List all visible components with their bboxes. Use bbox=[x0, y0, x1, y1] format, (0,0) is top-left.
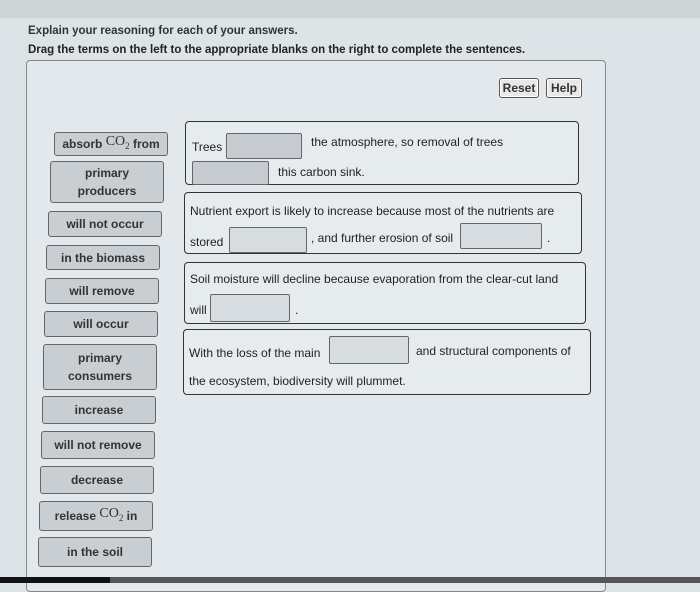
sentence-4: With the loss of the main and structural… bbox=[183, 329, 591, 395]
reset-button[interactable]: Reset bbox=[499, 78, 539, 98]
top-bar bbox=[0, 0, 700, 18]
drop-blank-2a[interactable] bbox=[229, 227, 307, 253]
drop-blank-4[interactable] bbox=[329, 336, 409, 364]
term-in-the-biomass[interactable]: in the biomass bbox=[46, 245, 160, 270]
chem-formula: CO2 bbox=[105, 134, 130, 151]
term-in-the-soil[interactable]: in the soil bbox=[38, 537, 152, 567]
drop-blank-2b[interactable] bbox=[460, 223, 542, 249]
drag-drop-panel: Reset Help absorb CO2 from primary produ… bbox=[26, 60, 606, 592]
sentence-1: Trees the atmosphere, so removal of tree… bbox=[185, 121, 579, 185]
sentence-3: Soil moisture will decline because evapo… bbox=[184, 262, 586, 324]
sentence-2: Nutrient export is likely to increase be… bbox=[184, 192, 582, 254]
term-absorb-co2-from[interactable]: absorb CO2 from bbox=[54, 132, 168, 156]
term-decrease[interactable]: decrease bbox=[40, 466, 154, 494]
term-primary-consumers[interactable]: primary consumers bbox=[43, 344, 157, 390]
help-button[interactable]: Help bbox=[546, 78, 582, 98]
term-will-occur[interactable]: will occur bbox=[44, 311, 158, 337]
term-increase[interactable]: increase bbox=[42, 396, 156, 424]
chem-formula: CO2 bbox=[99, 506, 124, 523]
term-will-not-occur[interactable]: will not occur bbox=[48, 211, 162, 237]
drop-blank-1a[interactable] bbox=[226, 133, 302, 159]
term-will-remove[interactable]: will remove bbox=[45, 278, 159, 304]
term-will-not-remove[interactable]: will not remove bbox=[41, 431, 155, 459]
term-release-co2-in[interactable]: release CO2 in bbox=[39, 501, 153, 531]
instruction-explain: Explain your reasoning for each of your … bbox=[28, 25, 298, 37]
instruction-drag: Drag the terms on the left to the approp… bbox=[28, 44, 526, 56]
drop-blank-1b[interactable] bbox=[192, 161, 269, 185]
bottom-bar bbox=[0, 577, 700, 583]
term-primary-producers[interactable]: primary producers bbox=[50, 161, 164, 203]
drop-blank-3[interactable] bbox=[210, 294, 290, 322]
